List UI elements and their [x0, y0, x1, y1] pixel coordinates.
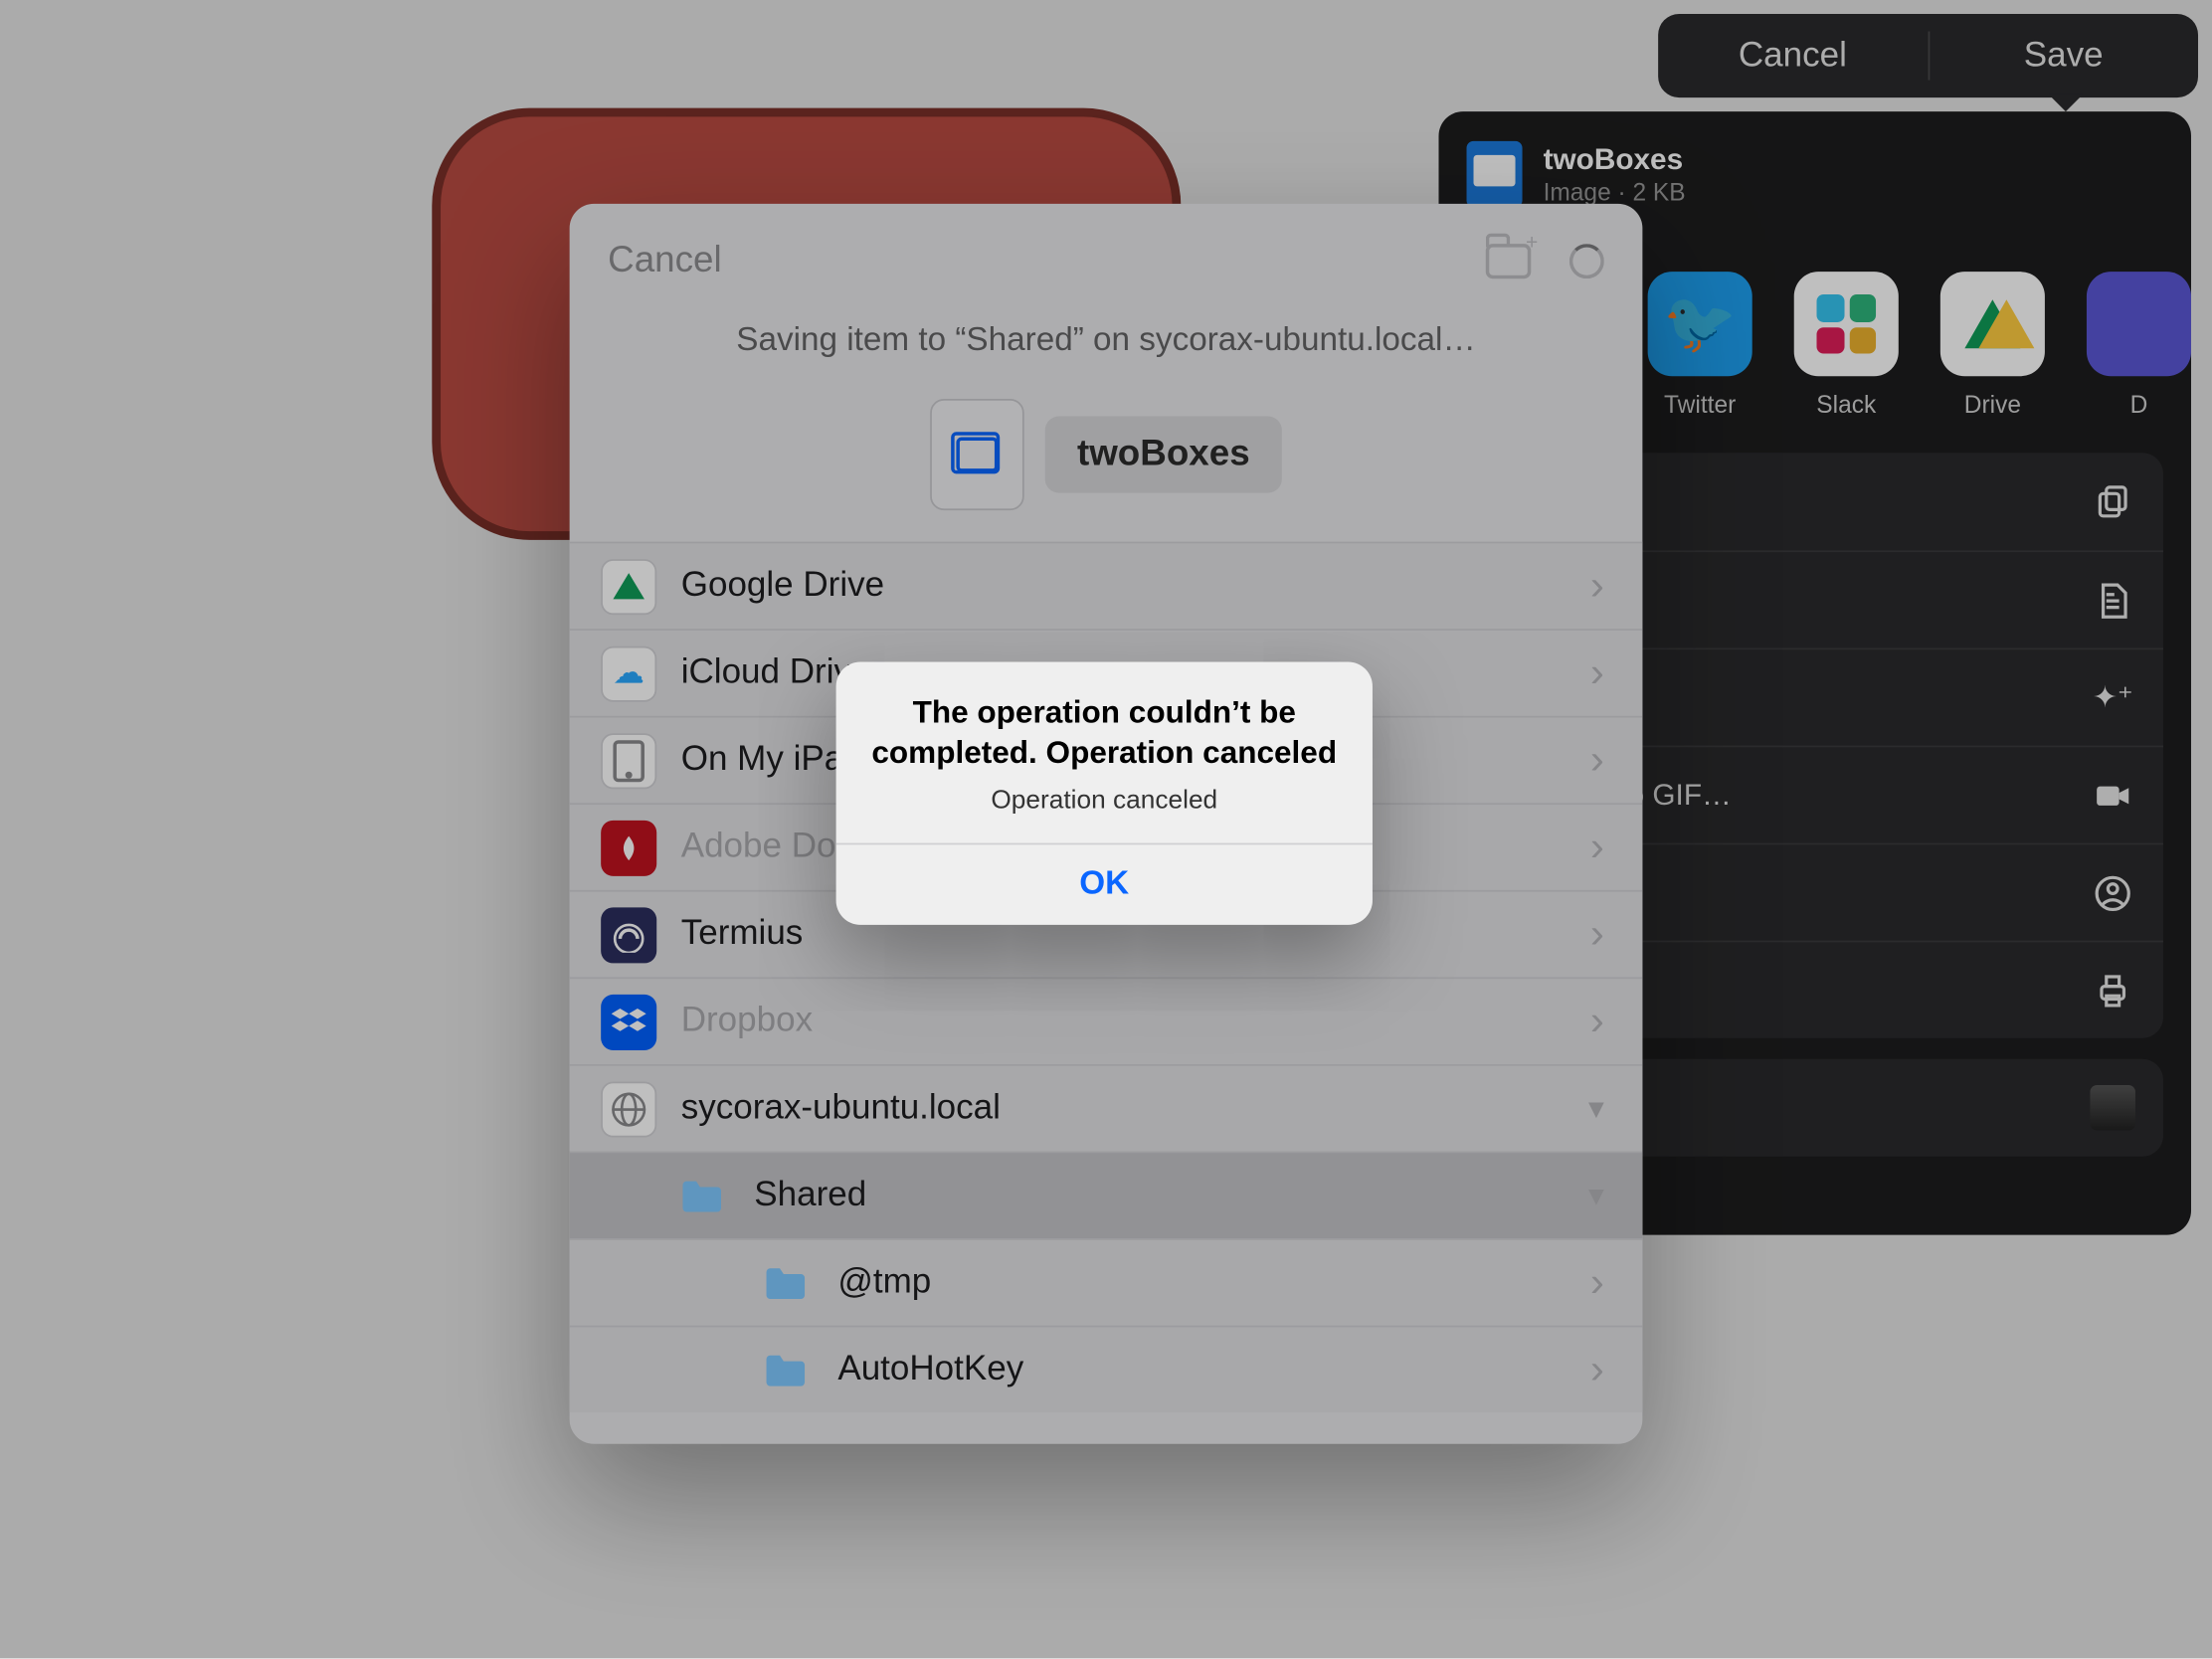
error-alert: The operation couldn’t be completed. Ope… [836, 661, 1373, 924]
alert-ok-button[interactable]: OK [836, 842, 1373, 924]
alert-title: The operation couldn’t be completed. Ope… [836, 661, 1373, 785]
alert-message: Operation canceled [836, 785, 1373, 842]
